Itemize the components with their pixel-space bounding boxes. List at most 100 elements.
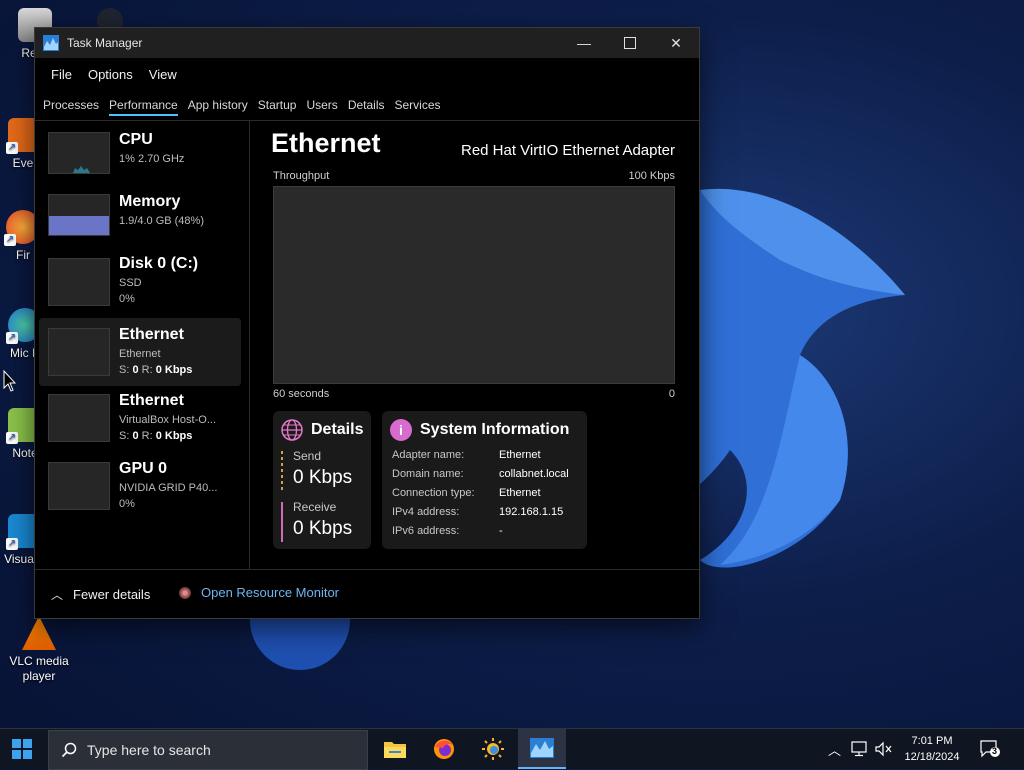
sysinfo-value: Ethernet [499, 449, 541, 461]
sidebar-item-name: Disk 0 (C:) [119, 255, 199, 272]
footer-bar: ︿ Fewer details Open Resource Monitor [35, 569, 699, 618]
sidebar-item-cpu[interactable]: CPU 1% 2.70 GHz [39, 126, 241, 194]
cpu-thumbnail [48, 132, 110, 174]
desktop-icon-label: VLC media player [9, 654, 69, 683]
fewer-details-button[interactable]: ︿ Fewer details [51, 586, 150, 603]
sysinfo-value: Ethernet [499, 487, 541, 499]
memory-thumbnail [48, 194, 110, 236]
desktop-icon-vlc[interactable]: VLC media player [6, 616, 72, 684]
sidebar-item-usage: 0% [119, 498, 135, 510]
maximize-icon [624, 37, 636, 49]
details-card: Details Send 0 Kbps Receive 0 Kbps [273, 411, 371, 549]
taskbar-task-manager[interactable] [518, 729, 566, 769]
title-bar[interactable]: Task Manager — ✕ [35, 28, 699, 58]
ethernet-virtualbox-thumbnail [48, 394, 110, 442]
vlc-icon [22, 616, 56, 650]
taskbar-file-explorer[interactable] [371, 729, 419, 769]
clock-date: 12/18/2024 [904, 751, 960, 763]
system-information-title: System Information [420, 421, 570, 438]
sidebar-item-gpu[interactable]: GPU 0 NVIDIA GRID P40... 0% [39, 456, 241, 524]
taskbar-app-sun[interactable] [469, 729, 517, 769]
sidebar-item-throughput: S: 0 R: 0 Kbps [119, 364, 193, 376]
sidebar-item-detail: VirtualBox Host-O... [119, 414, 216, 426]
sysinfo-label: IPv6 address: [392, 525, 460, 537]
shortcut-arrow-icon: ↗ [6, 142, 18, 154]
graph-min-label: 0 [668, 388, 675, 400]
menu-bar: File Options View [35, 58, 699, 90]
receive-value: 0 Kbps [293, 518, 353, 539]
menu-file[interactable]: File [43, 67, 80, 82]
mouse-cursor-icon [3, 370, 17, 392]
tab-app-history[interactable]: App history [187, 90, 256, 120]
menu-view[interactable]: View [141, 67, 185, 82]
firefox-icon [434, 739, 454, 759]
tab-details[interactable]: Details [347, 90, 393, 120]
taskbar-search-box[interactable]: Type here to search [48, 730, 368, 770]
tab-strip: Processes Performance App history Startu… [35, 90, 699, 121]
tab-processes[interactable]: Processes [42, 90, 107, 120]
throughput-graph [273, 186, 675, 384]
receive-indicator [281, 502, 283, 542]
send-value: 0 Kbps [293, 467, 353, 488]
sysinfo-value: - [499, 525, 503, 537]
network-icon [851, 741, 867, 757]
tray-network-button[interactable] [850, 729, 868, 769]
weather-app-icon [482, 738, 504, 760]
globe-icon [281, 419, 303, 441]
gpu-thumbnail [48, 462, 110, 510]
sidebar-item-memory[interactable]: Memory 1.9/4.0 GB (48%) [39, 188, 241, 256]
close-button[interactable]: ✕ [653, 28, 699, 58]
minimize-icon: — [577, 35, 591, 51]
graph-time-label: 60 seconds [273, 388, 330, 400]
adapter-name: Red Hat VirtIO Ethernet Adapter [460, 142, 675, 159]
sidebar-item-ethernet-virtualbox[interactable]: Ethernet VirtualBox Host-O... S: 0 R: 0 … [39, 388, 241, 456]
tab-services[interactable]: Services [394, 90, 449, 120]
tray-volume-button[interactable] [874, 729, 892, 769]
memory-usage-fill [49, 216, 109, 235]
taskbar-clock[interactable]: 7:01 PM 12/18/2024 [892, 733, 972, 765]
info-icon: i [390, 419, 412, 441]
notification-center-button[interactable]: 3 [980, 740, 1000, 758]
sidebar-item-disk[interactable]: Disk 0 (C:) SSD 0% [39, 250, 241, 318]
graph-title: Throughput [273, 170, 330, 182]
task-manager-icon [530, 738, 554, 758]
shortcut-arrow-icon: ↗ [4, 234, 16, 246]
tray-overflow-button[interactable]: ︿ [828, 729, 841, 769]
resource-sidebar: CPU 1% 2.70 GHz Memory 1.9/4.0 GB (48%) … [35, 120, 250, 570]
sidebar-item-detail: Ethernet [119, 348, 161, 360]
shortcut-arrow-icon: ↗ [6, 332, 18, 344]
sysinfo-value: collabnet.local [499, 468, 569, 480]
tab-startup[interactable]: Startup [257, 90, 305, 120]
chevron-up-icon: ︿ [828, 742, 842, 758]
windows-logo-icon [12, 739, 21, 748]
task-manager-window: Task Manager — ✕ File Options View Proce… [34, 27, 700, 619]
sidebar-item-detail: NVIDIA GRID P40... [119, 482, 218, 494]
open-resource-monitor-label: Open Resource Monitor [201, 585, 340, 600]
close-icon: ✕ [670, 34, 682, 51]
minimize-button[interactable]: — [561, 28, 607, 58]
folder-icon [384, 742, 406, 758]
tab-users[interactable]: Users [305, 90, 345, 120]
disk-thumbnail [48, 258, 110, 306]
maximize-button[interactable] [607, 28, 653, 58]
ethernet-thumbnail [48, 328, 110, 376]
volume-muted-icon [875, 741, 892, 757]
start-button[interactable] [12, 739, 32, 759]
sidebar-item-name: Memory [119, 193, 181, 210]
open-resource-monitor-link[interactable]: Open Resource Monitor [179, 585, 339, 600]
taskbar: Type here to search ︿ 7:01 PM 12/18/2024… [0, 728, 1024, 770]
resource-monitor-icon [179, 586, 191, 599]
shortcut-arrow-icon: ↗ [6, 538, 18, 550]
send-metric: Send 0 Kbps [281, 449, 353, 491]
menu-options[interactable]: Options [80, 67, 141, 82]
clock-time: 7:01 PM [911, 735, 953, 747]
taskbar-firefox[interactable] [420, 729, 468, 769]
send-label: Send [293, 449, 322, 463]
tab-performance[interactable]: Performance [108, 90, 186, 120]
performance-content: CPU 1% 2.70 GHz Memory 1.9/4.0 GB (48%) … [35, 120, 699, 570]
chevron-up-icon: ︿ [51, 588, 64, 602]
system-information-card: i System Information Adapter name: Ether… [382, 411, 587, 549]
sysinfo-label: Domain name: [392, 468, 464, 480]
sidebar-item-ethernet[interactable]: Ethernet Ethernet S: 0 R: 0 Kbps [39, 318, 241, 386]
sidebar-item-detail: SSD [119, 277, 142, 289]
